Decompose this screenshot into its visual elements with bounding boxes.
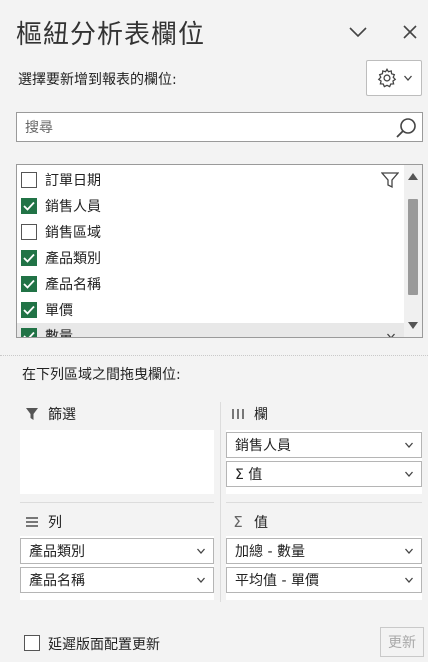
columns-icon bbox=[230, 406, 246, 422]
columns-area-label: 欄 bbox=[254, 407, 268, 423]
chevron-down-icon bbox=[404, 75, 412, 81]
area-horizontal-splitter bbox=[226, 502, 422, 503]
rows-icon bbox=[24, 514, 40, 530]
field-label: 產品名稱 bbox=[45, 277, 101, 293]
gear-icon bbox=[377, 68, 397, 88]
field-checkbox[interactable] bbox=[21, 276, 37, 292]
rows-area-label: 列 bbox=[48, 515, 62, 531]
area-horizontal-splitter bbox=[20, 502, 214, 503]
chevron-down-icon bbox=[405, 577, 413, 583]
field-label: 訂單日期 bbox=[45, 173, 101, 189]
rows-drop-zone[interactable]: 產品類別 產品名稱 bbox=[20, 536, 214, 600]
search-icon[interactable] bbox=[394, 116, 418, 140]
checkmark-icon bbox=[23, 331, 35, 337]
row-field-product-name[interactable]: 產品名稱 bbox=[20, 567, 214, 593]
field-label: 數量 bbox=[45, 329, 73, 338]
columns-area-header: 欄 bbox=[230, 404, 268, 424]
field-list-scrollbar[interactable] bbox=[404, 165, 422, 337]
close-icon[interactable] bbox=[396, 18, 424, 46]
field-checkbox[interactable] bbox=[21, 250, 37, 266]
scrollbar-thumb[interactable] bbox=[408, 199, 418, 295]
chevron-down-icon bbox=[405, 442, 413, 448]
chevron-down-icon bbox=[197, 548, 205, 554]
filters-area-label: 篩選 bbox=[48, 407, 76, 423]
rows-area-header: 列 bbox=[24, 512, 62, 532]
chevron-down-icon[interactable] bbox=[387, 333, 395, 338]
pill-label: 產品名稱 bbox=[29, 573, 85, 589]
defer-layout-update-checkbox[interactable] bbox=[24, 635, 40, 651]
column-field-salesperson[interactable]: 銷售人員 bbox=[226, 432, 422, 458]
pill-label: 銷售人員 bbox=[235, 438, 291, 454]
field-list: 訂單日期 銷售人員 銷售區域 產品類別 產品名稱 單價 數量 bbox=[16, 164, 423, 338]
filters-drop-zone[interactable] bbox=[20, 430, 214, 494]
pill-label: 平均值 - 單價 bbox=[235, 573, 319, 589]
field-label: 銷售區域 bbox=[45, 225, 101, 241]
field-checkbox[interactable] bbox=[21, 198, 37, 214]
field-item-product-category[interactable]: 產品類別 bbox=[17, 245, 405, 271]
checkmark-icon bbox=[23, 305, 35, 315]
search-input[interactable] bbox=[23, 115, 387, 141]
sigma-icon: Σ bbox=[233, 513, 243, 531]
values-area-header: Σ 值 bbox=[230, 512, 268, 532]
field-item-salesperson[interactable]: 銷售人員 bbox=[17, 193, 405, 219]
field-checkbox[interactable] bbox=[21, 224, 37, 240]
choose-fields-label: 選擇要新增到報表的欄位: bbox=[18, 72, 177, 88]
field-label: 單價 bbox=[45, 303, 73, 319]
chevron-down-icon bbox=[197, 577, 205, 583]
pill-label: 加總 - 數量 bbox=[235, 544, 305, 560]
filters-area-header: 篩選 bbox=[24, 404, 76, 424]
section-divider bbox=[0, 355, 428, 356]
scroll-up-arrow-icon[interactable] bbox=[408, 173, 418, 180]
chevron-down-icon bbox=[405, 548, 413, 554]
pane-title: 樞紐分析表欄位 bbox=[16, 20, 206, 50]
field-item-quantity[interactable]: 數量 bbox=[17, 323, 405, 338]
filter-icon[interactable] bbox=[381, 171, 399, 189]
defer-layout-update-label: 延遲版面配置更新 bbox=[48, 637, 160, 653]
value-field-sum-quantity[interactable]: 加總 - 數量 bbox=[226, 538, 422, 564]
filter-icon bbox=[24, 406, 40, 422]
column-field-values[interactable]: Σ 值 bbox=[226, 461, 422, 487]
pane-options-chevron-icon[interactable] bbox=[344, 18, 372, 46]
field-item-order-date[interactable]: 訂單日期 bbox=[17, 167, 405, 193]
pill-label: Σ 值 bbox=[235, 467, 263, 483]
field-item-unit-price[interactable]: 單價 bbox=[17, 297, 405, 323]
row-field-product-category[interactable]: 產品類別 bbox=[20, 538, 214, 564]
scroll-down-arrow-icon[interactable] bbox=[408, 322, 418, 329]
search-box bbox=[16, 112, 423, 142]
field-item-sales-region[interactable]: 銷售區域 bbox=[17, 219, 405, 245]
field-item-product-name[interactable]: 產品名稱 bbox=[17, 271, 405, 297]
checkmark-icon bbox=[23, 279, 35, 289]
checkmark-icon bbox=[23, 253, 35, 263]
values-area-label: 值 bbox=[254, 515, 268, 531]
area-vertical-splitter[interactable] bbox=[220, 402, 221, 602]
pill-label: 產品類別 bbox=[29, 544, 85, 560]
update-button[interactable]: 更新 bbox=[380, 627, 424, 657]
chevron-down-icon bbox=[405, 471, 413, 477]
values-drop-zone[interactable]: 加總 - 數量 平均值 - 單價 bbox=[226, 536, 422, 600]
checkmark-icon bbox=[23, 201, 35, 211]
value-field-average-price[interactable]: 平均值 - 單價 bbox=[226, 567, 422, 593]
tools-button[interactable] bbox=[366, 60, 422, 96]
drag-fields-label: 在下列區域之間拖曳欄位: bbox=[22, 367, 181, 383]
field-checkbox[interactable] bbox=[21, 328, 37, 337]
field-checkbox[interactable] bbox=[21, 172, 37, 188]
field-checkbox[interactable] bbox=[21, 302, 37, 318]
field-label: 產品類別 bbox=[45, 251, 101, 267]
field-label: 銷售人員 bbox=[45, 199, 101, 215]
columns-drop-zone[interactable]: 銷售人員 Σ 值 bbox=[226, 430, 422, 494]
